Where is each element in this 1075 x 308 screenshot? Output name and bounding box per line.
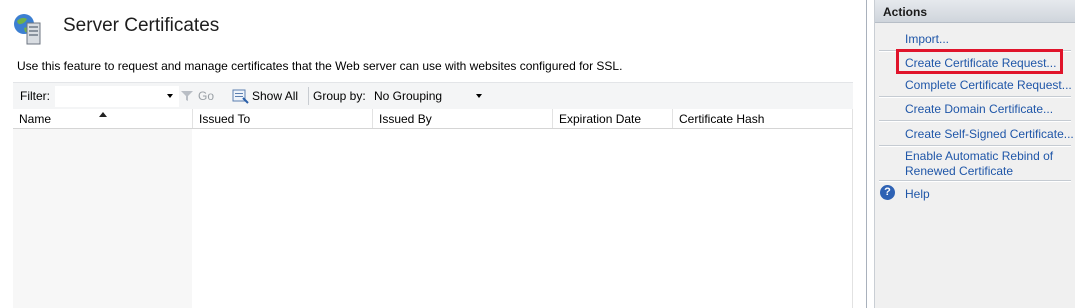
group-by-value: No Grouping: [374, 89, 443, 103]
column-header-name[interactable]: Name: [13, 109, 193, 128]
action-complete-certificate-request[interactable]: Complete Certificate Request...: [905, 78, 1072, 93]
show-all-icon: [232, 88, 250, 107]
chevron-down-icon: [476, 94, 482, 98]
action-separator: [879, 120, 1071, 122]
filter-dropdown-arrow-icon[interactable]: [167, 94, 173, 98]
actions-header: Actions: [875, 0, 1075, 23]
sort-ascending-icon: [99, 112, 107, 117]
page-title: Server Certificates: [63, 15, 220, 36]
action-import[interactable]: Import...: [905, 32, 949, 47]
server-globe-icon: [12, 12, 46, 46]
group-by-select[interactable]: No Grouping: [369, 86, 485, 106]
page-description: Use this feature to request and manage c…: [17, 59, 623, 73]
filter-funnel-icon: [180, 90, 194, 105]
action-create-domain-certificate[interactable]: Create Domain Certificate...: [905, 102, 1053, 117]
column-header-issued-to[interactable]: Issued To: [193, 109, 373, 128]
actions-pane: Actions Import... Create Certificate Req…: [874, 0, 1075, 308]
help-icon[interactable]: ?: [880, 185, 895, 200]
go-button-label: Go: [198, 89, 215, 103]
show-all-button[interactable]: Show All: [232, 86, 302, 106]
filter-label: Filter:: [20, 89, 50, 103]
column-header-expiration-date[interactable]: Expiration Date: [553, 109, 673, 128]
table-header: Name Issued To Issued By Expiration Date…: [13, 109, 853, 129]
filter-input[interactable]: [55, 86, 179, 107]
name-column-shading: [13, 129, 192, 308]
action-enable-automatic-rebind[interactable]: Enable Automatic Rebind of Renewed Certi…: [905, 149, 1053, 179]
go-button[interactable]: Go: [178, 86, 228, 106]
action-separator: [879, 180, 1071, 182]
action-enable-automatic-rebind-line2: Renewed Certificate: [905, 164, 1014, 178]
table-right-border: [852, 109, 853, 308]
action-help[interactable]: Help: [905, 187, 930, 202]
show-all-label: Show All: [252, 89, 299, 103]
main-content: Server Certificates Use this feature to …: [0, 0, 867, 308]
group-by-label: Group by:: [313, 89, 366, 103]
action-separator: [879, 145, 1071, 147]
filter-toolbar: Filter: Go Show All Group by: No Groupin…: [13, 82, 853, 110]
certificates-table: Name Issued To Issued By Expiration Date…: [13, 109, 853, 308]
toolbar-separator: [308, 87, 309, 105]
action-create-self-signed-certificate[interactable]: Create Self-Signed Certificate...: [905, 127, 1074, 142]
action-create-certificate-request[interactable]: Create Certificate Request...: [905, 56, 1056, 71]
column-header-issued-by[interactable]: Issued By: [373, 109, 553, 128]
action-enable-automatic-rebind-line1: Enable Automatic Rebind of: [905, 149, 1054, 163]
action-separator: [879, 96, 1071, 98]
column-header-certificate-hash[interactable]: Certificate Hash: [673, 109, 852, 128]
